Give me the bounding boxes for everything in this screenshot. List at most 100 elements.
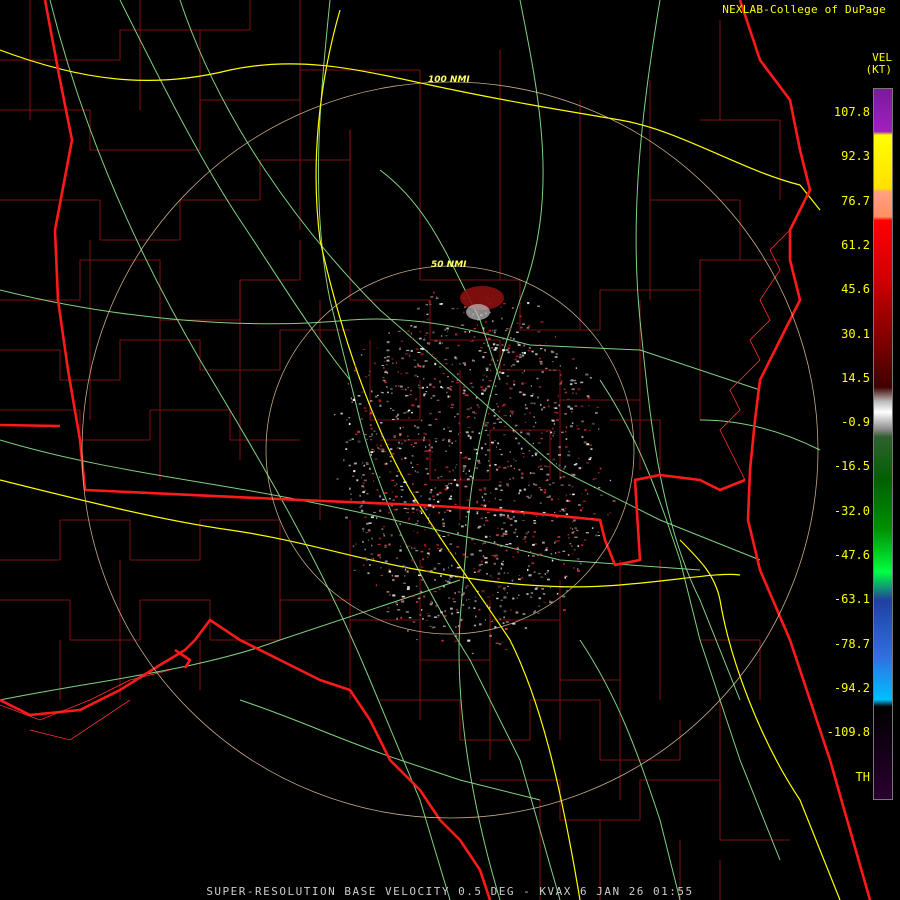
echo-pixel	[400, 373, 402, 375]
echo-pixel	[448, 497, 452, 500]
echo-pixel	[442, 625, 446, 628]
echo-pixel	[474, 600, 477, 603]
echo-pixel	[423, 339, 426, 341]
credit-text: NEXLAB-College of DuPage	[722, 3, 886, 16]
echo-pixel	[362, 482, 365, 485]
echo-pixel	[500, 567, 502, 570]
echo-pixel	[431, 626, 435, 629]
echo-pixel	[454, 640, 458, 642]
echo-pixel	[520, 476, 524, 479]
echo-pixel	[411, 337, 415, 339]
echo-pixel	[517, 442, 521, 445]
echo-pixel	[495, 534, 499, 537]
echo-pixel	[390, 407, 392, 409]
echo-pixel	[404, 575, 406, 577]
echo-pixel	[371, 472, 375, 475]
echo-pixel	[431, 451, 433, 453]
echo-pixel	[500, 599, 503, 601]
echo-pixel	[502, 560, 504, 562]
echo-pixel	[359, 506, 361, 508]
echo-pixel	[358, 402, 362, 405]
echo-pixel	[493, 343, 496, 346]
echo-pixel	[400, 485, 403, 488]
echo-pixel	[526, 327, 530, 329]
echo-pixel	[418, 337, 422, 340]
echo-pixel	[406, 508, 410, 510]
echo-pixel	[421, 609, 423, 611]
echo-pixel	[480, 504, 484, 506]
echo-pixel	[495, 642, 499, 644]
echo-pixel	[503, 415, 507, 417]
echo-pixel	[498, 484, 502, 487]
echo-pixel	[362, 527, 365, 530]
echo-pixel	[395, 475, 399, 477]
echo-pixel	[448, 482, 450, 485]
echo-pixel	[498, 410, 501, 413]
echo-pixel	[538, 466, 540, 468]
echo-pixel	[493, 514, 497, 517]
echo-pixel	[516, 331, 519, 334]
echo-pixel	[481, 388, 484, 391]
echo-pixel	[430, 296, 434, 298]
echo-pixel	[432, 395, 436, 397]
echo-pixel	[490, 574, 492, 577]
echo-pixel	[532, 535, 535, 538]
echo-pixel	[592, 478, 595, 481]
echo-pixel	[388, 568, 391, 571]
echo-pixel	[400, 340, 404, 342]
echo-pixel	[348, 439, 352, 441]
echo-pixel	[375, 584, 378, 587]
echo-pixel	[499, 605, 502, 608]
echo-pixel	[550, 431, 553, 434]
echo-pixel	[507, 585, 509, 587]
echo-pixel	[434, 340, 438, 342]
echo-pixel	[503, 587, 506, 590]
echo-pixel	[494, 347, 498, 350]
echo-pixel	[392, 409, 395, 411]
echo-pixel	[361, 391, 364, 393]
echo-pixel	[546, 466, 550, 468]
echo-pixel	[556, 463, 557, 465]
echo-pixel	[365, 532, 369, 534]
echo-pixel	[485, 454, 487, 456]
echo-pixel	[518, 574, 520, 576]
echo-pixel	[560, 484, 564, 486]
echo-pixel	[478, 549, 482, 552]
echo-pixel	[488, 329, 491, 332]
echo-pixel	[572, 392, 574, 395]
echo-pixel	[568, 450, 571, 453]
echo-pixel	[545, 367, 548, 369]
echo-pixel	[473, 607, 476, 609]
echo-pixel	[384, 381, 387, 384]
echo-pixel	[429, 412, 432, 415]
echo-pixel	[512, 623, 516, 625]
echo-pixel	[473, 448, 476, 451]
echo-pixel	[477, 590, 479, 592]
echo-pixel	[456, 484, 459, 487]
echo-pixel	[495, 542, 497, 545]
legend-label: -94.2	[833, 680, 870, 695]
echo-pixel	[496, 402, 498, 405]
echo-pixel	[437, 476, 440, 479]
echo-pixel	[436, 296, 438, 298]
echo-pixel	[559, 365, 561, 367]
echo-pixel	[500, 453, 503, 456]
echo-pixel	[503, 364, 506, 366]
echo-pixel	[484, 320, 487, 323]
echo-pixel	[533, 579, 535, 582]
echo-pixel	[427, 556, 429, 558]
echo-pixel	[479, 488, 482, 491]
echo-pixel	[405, 395, 407, 397]
echo-pixel	[558, 464, 561, 467]
echo-pixel	[580, 509, 583, 512]
echo-pixel	[478, 623, 482, 626]
echo-pixel	[593, 486, 596, 489]
echo-pixel	[390, 392, 393, 394]
echo-pixel	[456, 382, 459, 384]
echo-pixel	[471, 360, 475, 362]
echo-pixel	[436, 532, 439, 535]
echo-pixel	[450, 403, 454, 406]
echo-pixel	[546, 473, 550, 476]
echo-pixel	[521, 323, 525, 325]
echo-pixel	[497, 585, 500, 588]
